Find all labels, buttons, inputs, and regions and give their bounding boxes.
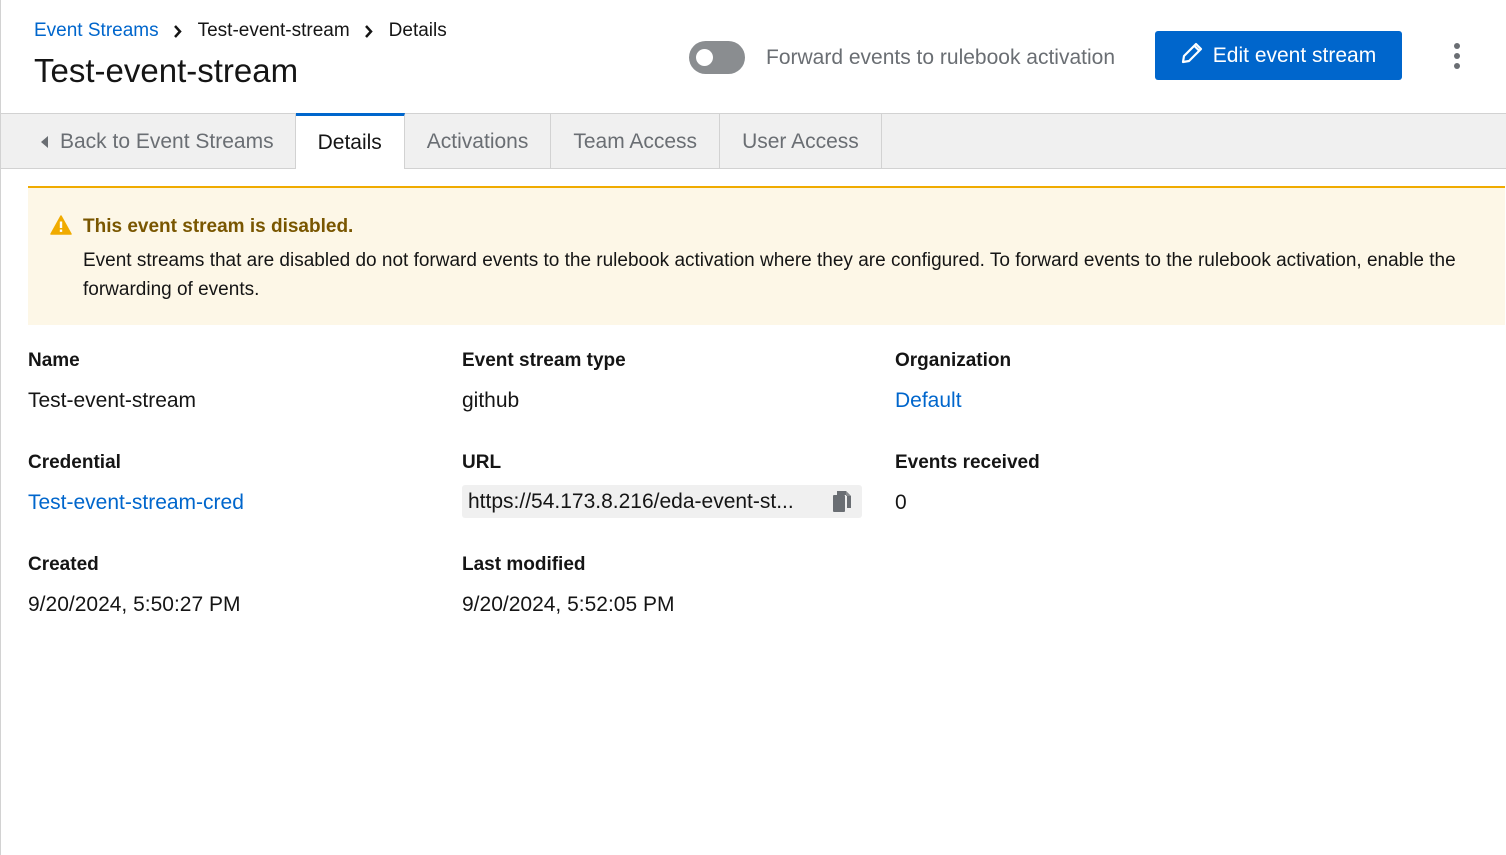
tab-label: Activations [427,130,529,154]
alert-title: This event stream is disabled. [83,216,353,238]
field-value: github [462,389,862,413]
field-label: Created [28,554,428,576]
chevron-right-icon [364,25,373,38]
kebab-menu-icon[interactable] [1441,38,1473,74]
field-url: URL https://54.173.8.216/eda-event-st... [462,452,862,518]
toggle-label: Forward events to rulebook activation [766,46,1115,70]
field-label: Organization [895,350,1295,372]
organization-link[interactable]: Default [895,389,1295,413]
field-last-modified: Last modified 9/20/2024, 5:52:05 PM [462,554,862,617]
breadcrumb-test-event-stream[interactable]: Test-event-stream [198,20,350,42]
edit-event-stream-button[interactable]: Edit event stream [1155,31,1402,80]
field-value: 9/20/2024, 5:50:27 PM [28,593,428,617]
field-name: Name Test-event-stream [28,350,428,413]
tab-activations[interactable]: Activations [405,114,552,169]
forward-events-switch[interactable]: Forward events to rulebook activation [689,41,1115,74]
tab-label: Back to Event Streams [60,130,274,154]
field-credential: Credential Test-event-stream-cred [28,452,428,515]
chevron-right-icon [173,25,182,38]
tab-back-to-event-streams[interactable]: Back to Event Streams [1,114,296,169]
edit-button-label: Edit event stream [1213,44,1376,68]
tab-details[interactable]: Details [296,113,405,169]
url-value[interactable]: https://54.173.8.216/eda-event-st... [468,490,822,514]
tab-user-access[interactable]: User Access [720,114,882,169]
field-label: Credential [28,452,428,474]
field-value: 9/20/2024, 5:52:05 PM [462,593,862,617]
toggle-knob [696,49,713,66]
url-clipboard-copy: https://54.173.8.216/eda-event-st... [462,485,862,518]
field-value: 0 [895,491,1295,515]
pencil-icon [1181,42,1203,70]
field-label: Name [28,350,428,372]
tab-team-access[interactable]: Team Access [551,114,720,169]
credential-link[interactable]: Test-event-stream-cred [28,491,428,515]
breadcrumb-details: Details [389,20,447,42]
copy-icon[interactable] [832,490,852,513]
field-label: Last modified [462,554,862,576]
page-header: Event Streams Test-event-stream Details … [1,0,1506,113]
field-events-received: Events received 0 [895,452,1295,515]
tab-label: Details [318,131,382,155]
page-title: Test-event-stream [34,52,298,90]
field-created: Created 9/20/2024, 5:50:27 PM [28,554,428,617]
field-event-stream-type: Event stream type github [462,350,862,413]
warning-triangle-icon [50,215,72,240]
field-value: Test-event-stream [28,389,428,413]
alert-description: Event streams that are disabled do not f… [83,246,1493,304]
caret-left-icon [41,136,48,148]
field-organization: Organization Default [895,350,1295,413]
field-label: Events received [895,452,1295,474]
tab-label: Team Access [573,130,697,154]
tab-label: User Access [742,130,859,154]
toggle-switch[interactable] [689,41,745,74]
field-label: Event stream type [462,350,862,372]
tab-bar: Back to Event Streams Details Activation… [1,113,1506,169]
breadcrumb-event-streams[interactable]: Event Streams [34,20,159,42]
disabled-warning-alert: This event stream is disabled. Event str… [28,186,1505,325]
field-label: URL [462,452,862,474]
breadcrumb: Event Streams Test-event-stream Details [34,20,447,42]
